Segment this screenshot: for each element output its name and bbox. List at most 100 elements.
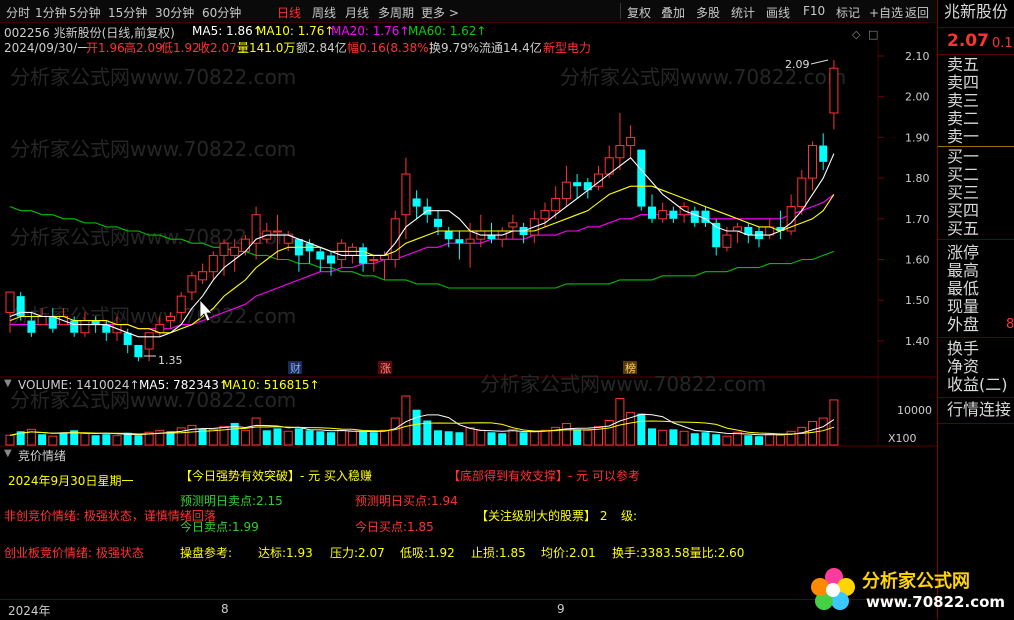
volume-bar	[648, 428, 656, 445]
tab-1min[interactable]: 1分钟	[35, 4, 67, 21]
event-zhang-label: 涨	[380, 362, 391, 375]
site-logo: 分析家公式网 www.70822.com	[811, 568, 1005, 611]
volume-bar	[701, 432, 710, 445]
quote-change: 幅0.16(8.38%)	[347, 41, 434, 55]
candle	[508, 214, 518, 240]
volume-bar	[498, 433, 507, 445]
candle	[347, 243, 357, 264]
volume-ma-lines	[9, 413, 835, 436]
candle	[808, 141, 817, 191]
price-tick-label: 1.40	[905, 335, 930, 348]
stop-loss-value: 止损:1.85	[471, 546, 526, 560]
buy-3-label: 买三	[947, 183, 980, 202]
tab-5min[interactable]: 5分钟	[69, 4, 101, 21]
turnover-label: 换手	[947, 339, 980, 358]
tab-30min[interactable]: 30分钟	[155, 4, 194, 21]
pred-buy-text: 预测明日买点:1.94	[355, 494, 458, 508]
candle	[134, 344, 143, 362]
volume-bar	[487, 432, 496, 445]
candle	[187, 271, 197, 301]
mark-button[interactable]: 标记	[836, 4, 860, 21]
ma20-label: MA20: 1.76↑	[331, 24, 410, 38]
candle	[776, 210, 785, 240]
chart-settings-icon[interactable]: ◇	[852, 28, 861, 41]
date-axis: 2024年 8 9	[0, 599, 936, 620]
sell-2-label: 卖二	[947, 109, 980, 128]
limit-up-label: 涨停	[947, 243, 980, 262]
panel-divider	[938, 239, 1014, 240]
volume-bar	[369, 432, 378, 445]
tab-more[interactable]: 更多 >	[421, 4, 459, 21]
avg-price-value: 均价:2.01	[541, 546, 596, 560]
volume-axis-label: 10000	[897, 404, 932, 417]
toolbar: 分时 1分钟 5分钟 15分钟 30分钟 60分钟 日线 周线 月线 多周期 更…	[0, 0, 936, 23]
back-button[interactable]: 返回	[905, 4, 929, 21]
logo-url: www.70822.com	[866, 593, 1005, 611]
quote-high: 高2.09	[124, 41, 163, 55]
tab-daily[interactable]: 日线	[277, 4, 301, 21]
tab-fenshi[interactable]: 分时	[6, 4, 30, 21]
quote-link-button[interactable]: 行情连接	[947, 401, 1011, 419]
candle	[829, 60, 839, 130]
candle	[615, 112, 625, 170]
tab-monthly[interactable]: 月线	[345, 4, 369, 21]
candle	[626, 125, 636, 158]
tab-weekly[interactable]: 周线	[312, 4, 336, 21]
add-watchlist-button[interactable]: +自选	[869, 4, 903, 21]
volume-bar	[91, 435, 100, 445]
net-asset-label: 净资	[947, 357, 980, 376]
today-sell-text: 今日卖点:1.99	[180, 520, 259, 534]
volume-bar	[561, 422, 571, 446]
overlay-button[interactable]: 叠加	[661, 4, 685, 21]
f10-button[interactable]: F10	[803, 4, 825, 18]
candle	[294, 239, 303, 272]
volume-ma-path	[9, 413, 835, 436]
indicator-menu-icon[interactable]: ▼	[4, 448, 12, 459]
candle	[797, 169, 807, 215]
volume-bar	[423, 420, 432, 445]
buy-4-label: 买四	[947, 201, 980, 220]
tab-multi-period[interactable]: 多周期	[378, 4, 414, 21]
earnings-label[interactable]: 收益(二)	[947, 376, 1008, 394]
volume-unit-label: X100	[888, 432, 917, 445]
candle	[251, 206, 261, 260]
volume-bar	[658, 429, 668, 446]
candle	[786, 194, 796, 236]
candle	[648, 194, 656, 223]
sell-3-label: 卖三	[947, 91, 980, 110]
tab-60min[interactable]: 60分钟	[202, 4, 241, 21]
volume-bar	[540, 429, 550, 446]
draw-button[interactable]: 画线	[766, 4, 790, 21]
candle	[455, 231, 464, 260]
candle	[744, 222, 753, 244]
volume-bar	[712, 434, 721, 445]
candle	[701, 206, 710, 227]
volume-bar	[797, 426, 807, 446]
volume-bar	[38, 434, 47, 445]
volume-menu-icon[interactable]: ▼	[4, 378, 12, 389]
stats-button[interactable]: 统计	[731, 4, 755, 21]
price-axis: 2.10 2.00 1.90 1.80 1.70 1.60 1.50 1.40	[878, 50, 930, 348]
watermark: 分析家公式网www.70822.com	[10, 65, 296, 89]
adjust-button[interactable]: 复权	[627, 4, 651, 21]
candle	[637, 149, 646, 211]
tab-15min[interactable]: 15分钟	[108, 4, 147, 21]
quote-float-cap: 流通14.4亿	[479, 41, 542, 55]
chart-close-icon[interactable]: □	[868, 28, 878, 41]
quote-sector[interactable]: 新型电力	[543, 39, 591, 56]
sell-1-label: 卖一	[947, 127, 980, 146]
watermark: 分析家公式网www.70822.com	[10, 137, 296, 161]
volume-bar	[316, 431, 325, 445]
top-price-marker: 2.09	[785, 58, 810, 71]
volume-label: VOLUME: 1410024↑	[18, 378, 140, 392]
volume-bar	[786, 430, 796, 446]
volume-bar	[455, 432, 464, 445]
volume-bar	[775, 434, 785, 446]
volume-bar	[755, 436, 763, 445]
candle	[573, 174, 582, 199]
multi-stock-button[interactable]: 多股	[696, 4, 720, 21]
buy-5-label: 买五	[947, 219, 980, 238]
volume-bar	[465, 427, 475, 446]
volume-bar	[744, 435, 753, 445]
volume-bar	[59, 432, 68, 445]
